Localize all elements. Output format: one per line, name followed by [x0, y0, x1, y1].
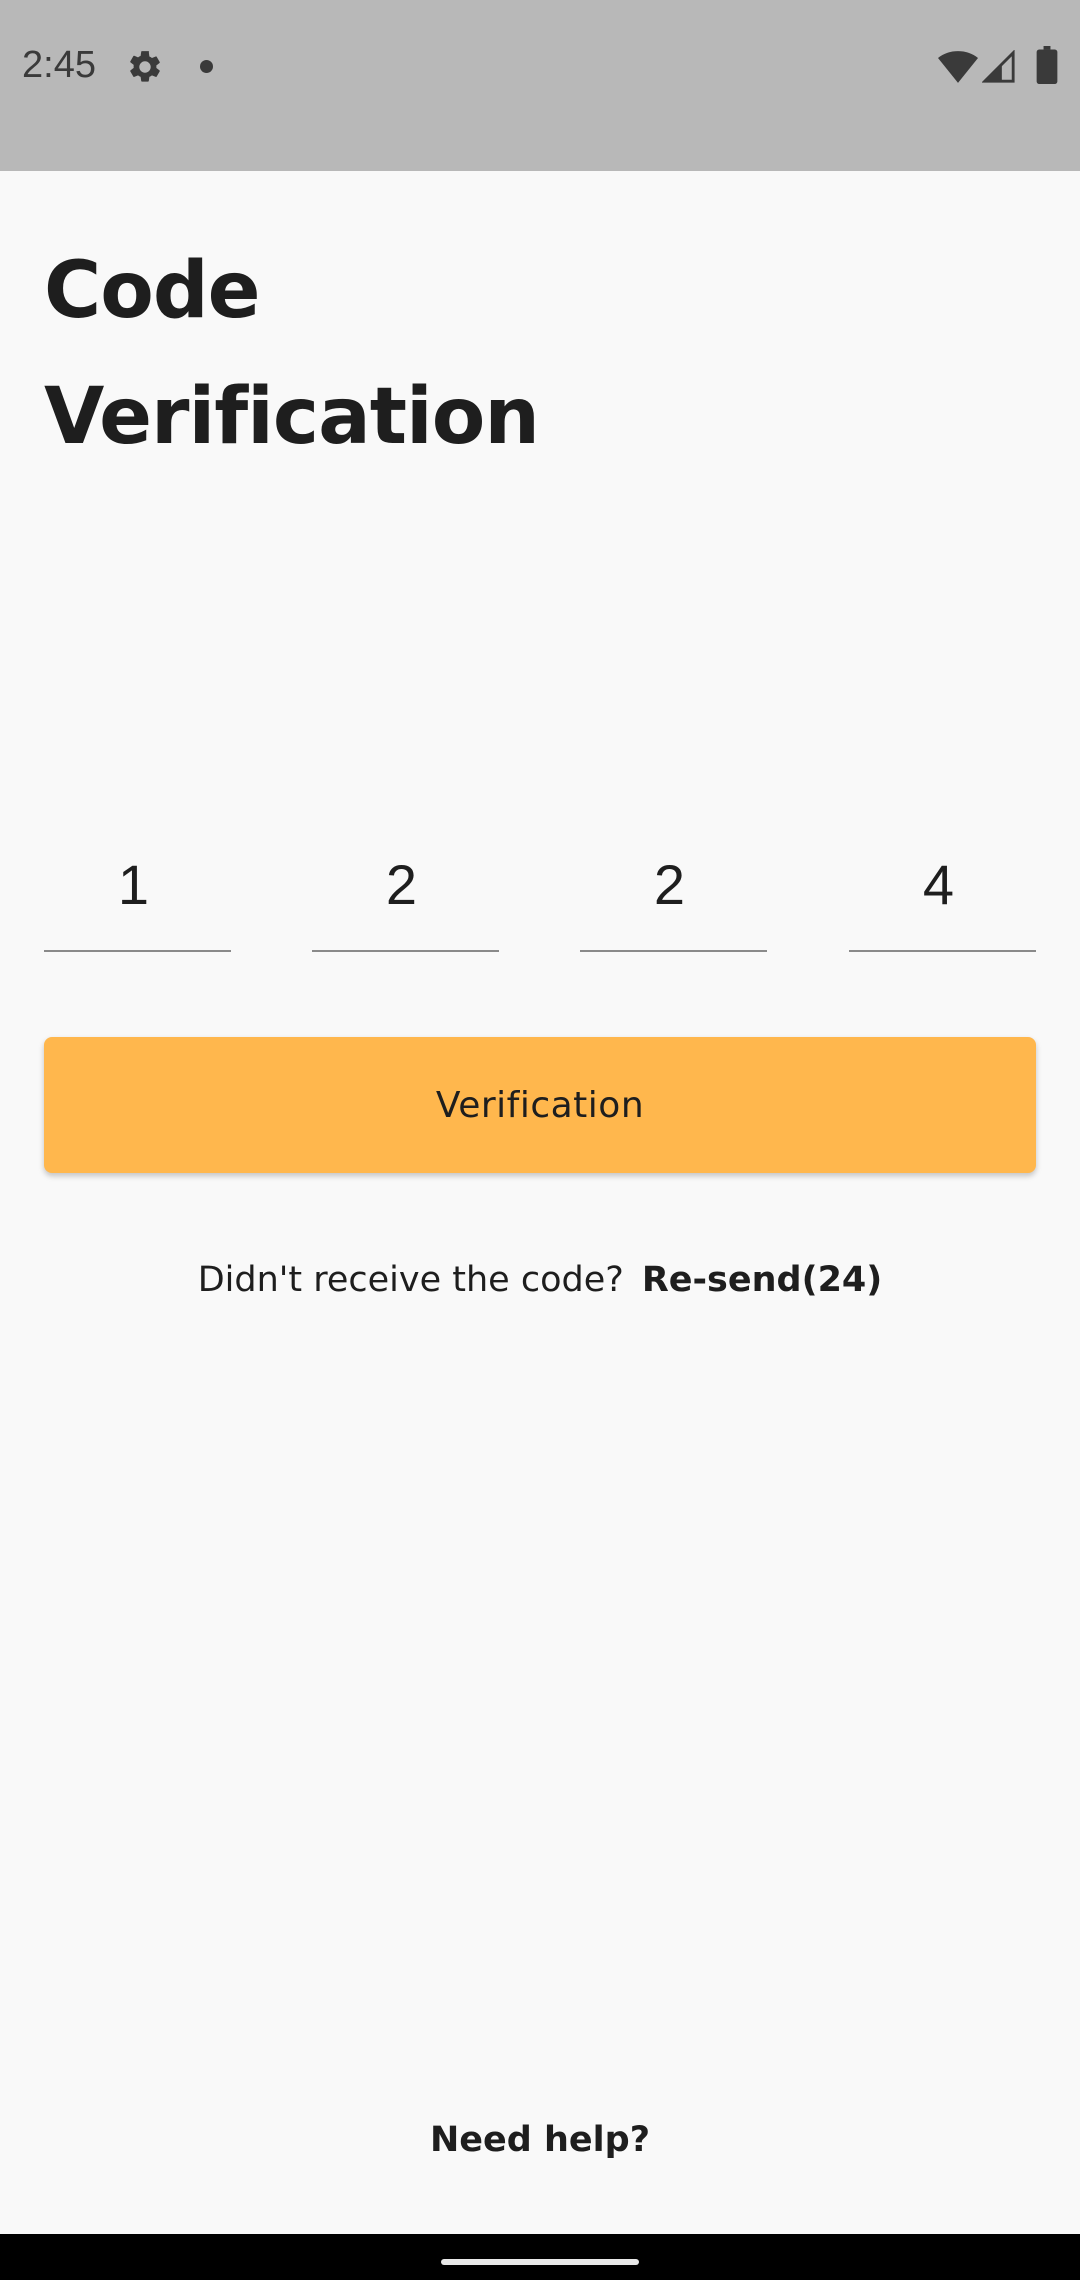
notification-dot-icon — [200, 60, 213, 73]
otp-digit-3-input[interactable]: 2 — [580, 840, 767, 952]
otp-digit-4-value: 4 — [922, 853, 955, 916]
verification-button[interactable]: Verification — [44, 1037, 1036, 1173]
otp-digit-2-input[interactable]: 2 — [312, 840, 499, 952]
otp-digit-1-input[interactable]: 1 — [44, 840, 231, 952]
page-title-line-1: Code — [44, 246, 261, 336]
otp-input-row: 1 2 2 4 — [44, 840, 1036, 952]
page-title: Code Verification — [44, 228, 944, 480]
otp-digit-2-value: 2 — [385, 853, 418, 916]
gear-icon — [130, 51, 160, 82]
status-bar: 2:45 — [0, 0, 1080, 171]
resend-prompt: Didn't receive the code? — [197, 1260, 624, 1300]
verification-screen: 2:45 Code Verification 1 2 2 4 Verificat… — [0, 0, 1080, 2280]
home-indicator[interactable] — [441, 2259, 639, 2265]
battery-icon — [1036, 46, 1058, 84]
otp-digit-3-value: 2 — [653, 853, 686, 916]
status-time: 2:45 — [22, 44, 96, 86]
resend-row: Didn't receive the code? Re-send(24) — [0, 1250, 1080, 1310]
signal-icon — [982, 50, 1015, 83]
need-help-link[interactable]: Need help? — [0, 2120, 1080, 2160]
otp-digit-4-input[interactable]: 4 — [849, 840, 1036, 952]
page-title-line-2: Verification — [44, 372, 540, 462]
navigation-bar — [0, 2234, 1080, 2280]
resend-link[interactable]: Re-send(24) — [642, 1260, 882, 1300]
verification-button-label: Verification — [435, 1084, 645, 1126]
otp-digit-1-value: 1 — [117, 853, 150, 916]
wifi-icon — [938, 51, 978, 83]
